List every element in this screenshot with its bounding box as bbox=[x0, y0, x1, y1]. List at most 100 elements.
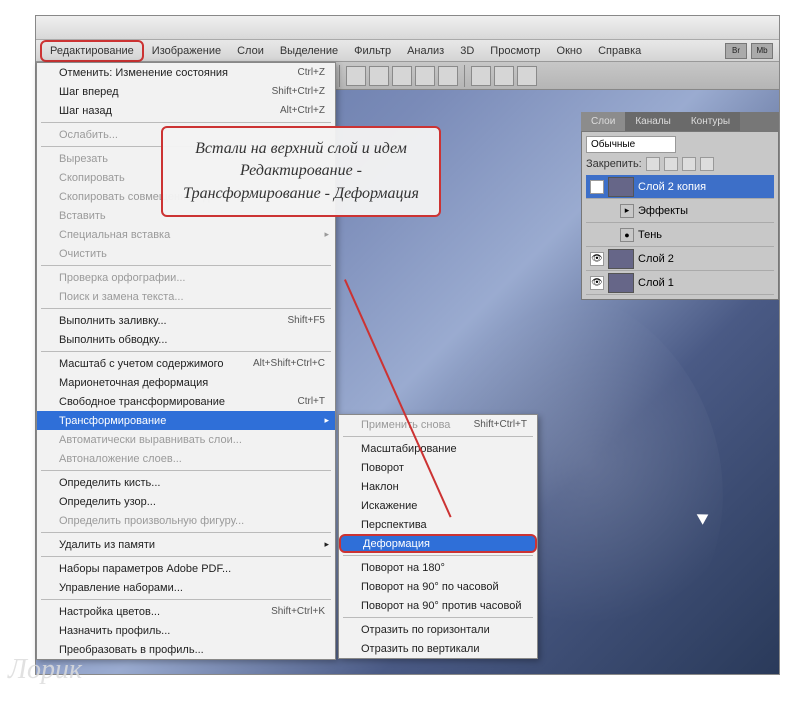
menu-Окно[interactable]: Окно bbox=[549, 42, 591, 60]
annotation-text: Встали на верхний слой и идем Редактиров… bbox=[183, 140, 419, 202]
menu-item[interactable]: Трансформирование▸ bbox=[37, 411, 335, 430]
tool-icon[interactable] bbox=[471, 66, 491, 86]
menu-Фильтр[interactable]: Фильтр bbox=[346, 42, 399, 60]
layer-list[interactable]: 👁Слой 2 копия▸Эффекты●Тень👁Слой 2👁Слой 1 bbox=[586, 175, 774, 295]
menu-item[interactable]: Выполнить обводку... bbox=[37, 330, 335, 349]
menu-item-label: Поиск и замена текста... bbox=[59, 291, 184, 303]
menu-Просмотр[interactable]: Просмотр bbox=[482, 42, 548, 60]
menu-Анализ[interactable]: Анализ bbox=[399, 42, 452, 60]
menu-Выделение[interactable]: Выделение bbox=[272, 42, 346, 60]
layer-row[interactable]: 👁Слой 2 bbox=[586, 247, 774, 271]
menu-item[interactable]: Настройка цветов...Shift+Ctrl+K bbox=[37, 602, 335, 621]
lock-plus-icon[interactable] bbox=[682, 157, 696, 171]
menu-item-label: Перспектива bbox=[361, 519, 427, 531]
lock-brush-icon[interactable] bbox=[646, 157, 660, 171]
menu-item[interactable]: Свободное трансформированиеCtrl+T bbox=[37, 392, 335, 411]
toolbar-btn-Br[interactable]: Br bbox=[725, 43, 747, 59]
menu-Редактирование[interactable]: Редактирование bbox=[40, 40, 144, 62]
panel-tab-Контуры[interactable]: Контуры bbox=[681, 112, 740, 131]
menu-item[interactable]: Искажение bbox=[339, 496, 537, 515]
menubar[interactable]: РедактированиеИзображениеСлоиВыделениеФи… bbox=[36, 40, 779, 62]
layer-name: Слой 1 bbox=[638, 277, 674, 289]
menu-item[interactable]: Перспектива bbox=[339, 515, 537, 534]
tool-icon[interactable] bbox=[415, 66, 435, 86]
menu-item[interactable]: Шаг впередShift+Ctrl+Z bbox=[37, 82, 335, 101]
menu-item[interactable]: Определить кисть... bbox=[37, 473, 335, 492]
layer-name: Слой 2 копия bbox=[638, 181, 706, 193]
panel-tab-Слои[interactable]: Слои bbox=[581, 112, 625, 131]
menu-item-label: Скопировать bbox=[59, 172, 125, 184]
menu-item-label: Вставить bbox=[59, 210, 106, 222]
menu-item[interactable]: Наборы параметров Adobe PDF... bbox=[37, 559, 335, 578]
menu-item-label: Искажение bbox=[361, 500, 417, 512]
menu-item-label: Наборы параметров Adobe PDF... bbox=[59, 563, 231, 575]
menu-item[interactable]: Удалить из памяти▸ bbox=[37, 535, 335, 554]
menu-item[interactable]: Марионеточная деформация bbox=[37, 373, 335, 392]
menu-item-label: Отразить по горизонтали bbox=[361, 624, 490, 636]
layer-thumb bbox=[608, 249, 634, 269]
menu-item: Поиск и замена текста... bbox=[37, 287, 335, 306]
menu-item-label: Марионеточная деформация bbox=[59, 377, 208, 389]
menu-item[interactable]: Шаг назадAlt+Ctrl+Z bbox=[37, 101, 335, 120]
menu-item-label: Масштаб с учетом содержимого bbox=[59, 358, 224, 370]
menu-Изображение[interactable]: Изображение bbox=[144, 42, 229, 60]
layers-panel[interactable]: СлоиКаналыКонтуры Обычные Закрепить: 👁Сл… bbox=[581, 112, 779, 300]
shortcut: Shift+F5 bbox=[287, 315, 325, 326]
menu-Справка[interactable]: Справка bbox=[590, 42, 649, 60]
menu-Слои[interactable]: Слои bbox=[229, 42, 272, 60]
menu-item[interactable]: Выполнить заливку... Shift+F5 bbox=[37, 311, 335, 330]
lock-row: Закрепить: bbox=[586, 157, 774, 171]
panel-tab-Каналы[interactable]: Каналы bbox=[625, 112, 681, 131]
shortcut: Shift+Ctrl+T bbox=[474, 419, 527, 430]
toolbar-btn-Mb[interactable]: Mb bbox=[751, 43, 773, 59]
panel-tabs[interactable]: СлоиКаналыКонтуры bbox=[581, 112, 779, 131]
menu-item-label: Вырезать bbox=[59, 153, 108, 165]
menu-item[interactable]: Поворот на 90° против часовой bbox=[339, 596, 537, 615]
layer-row[interactable]: ●Тень bbox=[586, 223, 774, 247]
visibility-icon[interactable]: ▸ bbox=[620, 204, 634, 218]
tool-icon[interactable] bbox=[494, 66, 514, 86]
menu-item-label: Ослабить... bbox=[59, 129, 118, 141]
blend-mode-select[interactable]: Обычные bbox=[586, 136, 676, 153]
layer-row[interactable]: 👁 Слой 2 копия bbox=[586, 175, 774, 199]
menu-item[interactable]: Отразить по горизонтали bbox=[339, 620, 537, 639]
menu-item-label: Определить узор... bbox=[59, 496, 156, 508]
menu-item[interactable]: Поворот на 90° по часовой bbox=[339, 577, 537, 596]
tool-icon[interactable] bbox=[369, 66, 389, 86]
menu-item-label: Выполнить заливку... bbox=[59, 315, 167, 327]
menu-item[interactable]: Определить узор... bbox=[37, 492, 335, 511]
menu-item[interactable]: Поворот bbox=[339, 458, 537, 477]
menu-item-label: Свободное трансформирование bbox=[59, 396, 225, 408]
lock-all-icon[interactable] bbox=[700, 157, 714, 171]
layer-thumb bbox=[608, 177, 634, 197]
tool-icon[interactable] bbox=[392, 66, 412, 86]
visibility-icon[interactable]: 👁 bbox=[590, 180, 604, 194]
layer-row[interactable]: ▸Эффекты bbox=[586, 199, 774, 223]
menu-item[interactable]: Управление наборами... bbox=[37, 578, 335, 597]
tool-icon[interactable] bbox=[517, 66, 537, 86]
menu-item-label: Очистить bbox=[59, 248, 107, 260]
tool-icon[interactable] bbox=[438, 66, 458, 86]
visibility-icon[interactable]: ● bbox=[620, 228, 634, 242]
menu-item-label: Отразить по вертикали bbox=[361, 643, 479, 655]
layer-row[interactable]: 👁 Слой 1 bbox=[586, 271, 774, 295]
watermark: Лорик bbox=[8, 654, 82, 686]
menu-item[interactable]: Отразить по вертикали bbox=[339, 639, 537, 658]
menu-item[interactable]: Масштаб с учетом содержимогоAlt+Shift+Ct… bbox=[37, 354, 335, 373]
menu-item-label: Поворот на 90° против часовой bbox=[361, 600, 522, 612]
menu-item[interactable]: Масштабирование bbox=[339, 439, 537, 458]
menu-item-label: Автоналожение слоев... bbox=[59, 453, 182, 465]
transform-submenu[interactable]: Применить сноваShift+Ctrl+TМасштабирован… bbox=[338, 414, 538, 659]
menu-item-label: Настройка цветов... bbox=[59, 606, 160, 618]
submenu-arrow-icon: ▸ bbox=[324, 539, 329, 550]
menu-item[interactable]: Деформация bbox=[339, 534, 537, 553]
visibility-icon[interactable]: 👁 bbox=[590, 252, 604, 266]
menu-item[interactable]: Отменить: Изменение состоянияCtrl+Z bbox=[37, 63, 335, 82]
menu-item: Автоматически выравнивать слои... bbox=[37, 430, 335, 449]
menu-item[interactable]: Поворот на 180° bbox=[339, 558, 537, 577]
lock-move-icon[interactable] bbox=[664, 157, 678, 171]
tool-icon[interactable] bbox=[346, 66, 366, 86]
menu-item[interactable]: Назначить профиль... bbox=[37, 621, 335, 640]
visibility-icon[interactable]: 👁 bbox=[590, 276, 604, 290]
menu-3D[interactable]: 3D bbox=[452, 42, 482, 60]
